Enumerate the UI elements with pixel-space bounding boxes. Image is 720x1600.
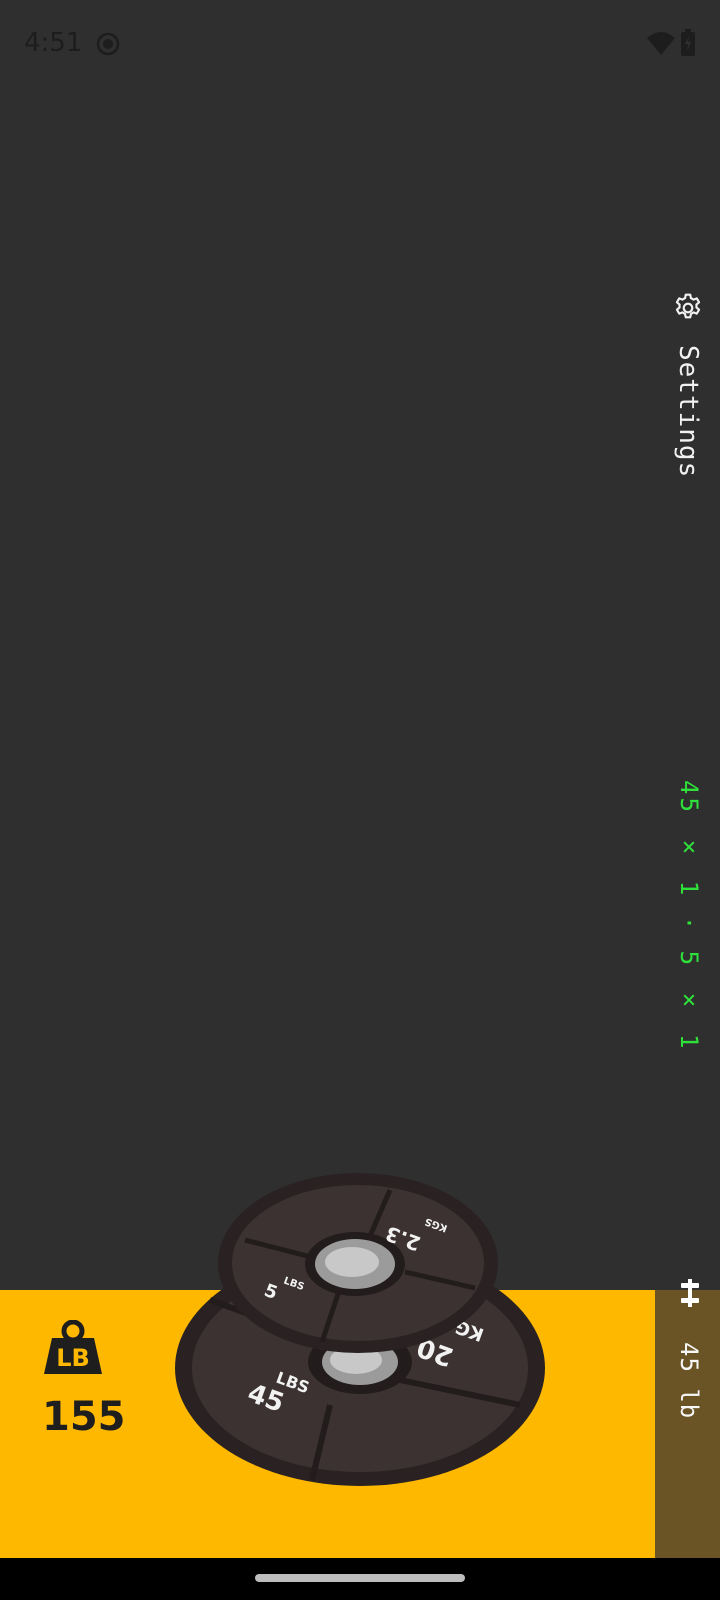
total-weight-value: 155 [42,1394,126,1440]
settings-label: Settings [673,345,703,479]
status-bar: 4:51 [0,0,720,90]
app-screen: 4:51 Settings 45 × 1 · 5 × 1 45 lb LB 15… [0,0,720,1600]
home-handle[interactable] [255,1574,465,1582]
bar-weight-label: 45 lb [675,1342,703,1420]
record-icon [96,32,120,56]
weight-lb-icon: LB [44,1320,102,1374]
barbell-icon [681,1279,699,1307]
status-time: 4:51 [24,28,83,58]
wifi-icon [647,32,675,55]
unit-badge: LB [56,1344,90,1372]
plate-2-3-kg-unit: KGS [423,1215,449,1233]
plate-summary: 45 × 1 · 5 × 1 [675,780,703,1052]
plate-2-3-kg-value: 2.3 [382,1221,424,1256]
settings-button[interactable]: Settings [670,285,710,478]
battery-charging-icon [681,29,695,56]
gear-icon [675,293,701,319]
bar-weight-panel[interactable] [655,1290,720,1558]
